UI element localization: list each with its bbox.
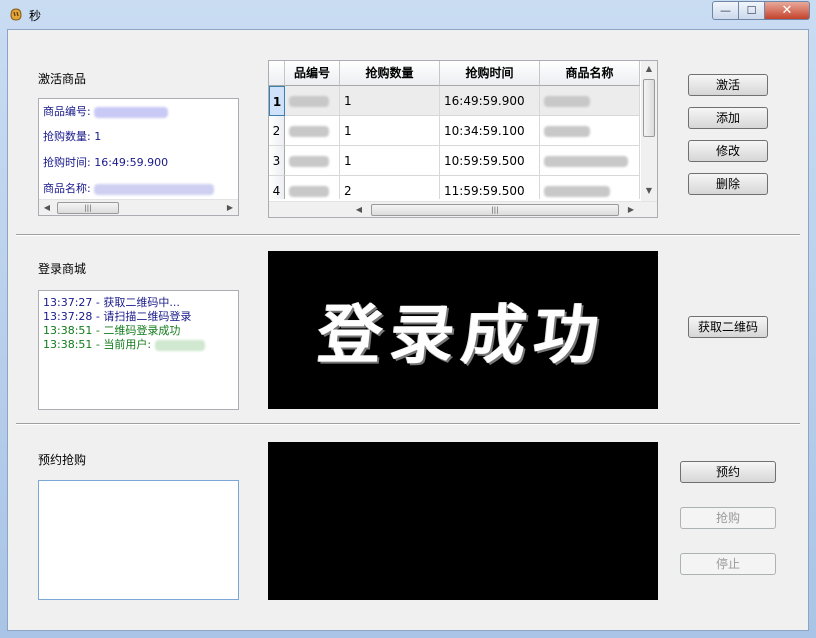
- cell-qty: 1: [340, 86, 440, 116]
- scroll-up-icon[interactable]: ▲: [641, 61, 657, 77]
- goods-info-panel: 商品编号: 抢购数量: 1 抢购时间: 16:49:59.900 商品名称: ◀…: [38, 98, 239, 216]
- reserve-input-box[interactable]: [38, 480, 239, 600]
- edit-button[interactable]: 修改: [688, 140, 768, 162]
- row-header[interactable]: 2: [269, 116, 285, 146]
- cell-time: 16:49:59.900: [440, 86, 540, 116]
- cell-qty: 1: [340, 116, 440, 146]
- cell-time: 10:59:59.500: [440, 146, 540, 176]
- window-title: 秒: [29, 9, 42, 23]
- delete-button[interactable]: 删除: [688, 173, 768, 195]
- add-button[interactable]: 添加: [688, 107, 768, 129]
- table-row[interactable]: 4 2 11:59:59.500: [269, 176, 640, 199]
- cell-id: [285, 146, 340, 176]
- cell-time: 10:34:59.100: [440, 116, 540, 146]
- reserve-preview-area: [268, 442, 658, 600]
- cell-qty: 2: [340, 176, 440, 199]
- redacted-name: [544, 126, 590, 137]
- log-time: 13:38:51: [43, 338, 93, 351]
- scroll-right-icon[interactable]: ▶: [623, 202, 639, 217]
- col-header-name[interactable]: 商品名称: [540, 61, 640, 86]
- table-hscrollbar[interactable]: ◀ ||| ▶: [269, 201, 657, 217]
- maximize-icon: ☐: [746, 4, 757, 17]
- close-icon: ✕: [781, 3, 793, 18]
- app-logo-icon: [10, 8, 22, 21]
- scroll-left-icon[interactable]: ◀: [351, 202, 367, 217]
- log-text: - 当前用户:: [92, 338, 152, 351]
- redacted-id: [289, 186, 329, 197]
- redacted-id: [94, 106, 169, 118]
- goods-table: 品编号 抢购数量 抢购时间 商品名称 1 1 16:49:59.900 2 1 …: [268, 60, 658, 218]
- redacted-id: [289, 156, 329, 167]
- row-header[interactable]: 4: [269, 176, 285, 199]
- table-row[interactable]: 3 1 10:59:59.500: [269, 146, 640, 176]
- redacted-name: [544, 186, 610, 197]
- col-header-time[interactable]: 抢购时间: [440, 61, 540, 86]
- minimize-button[interactable]: —: [712, 1, 739, 20]
- redacted-name: [544, 156, 628, 167]
- log-line: 13:38:51 - 当前用户:: [43, 336, 205, 352]
- minimize-icon: —: [720, 4, 731, 17]
- buy-button[interactable]: 抢购: [680, 507, 776, 529]
- redacted-user: [154, 339, 205, 351]
- info-qty-label: 抢购数量:: [43, 130, 91, 143]
- reserve-button[interactable]: 预约: [680, 461, 776, 483]
- cell-name: [540, 116, 640, 146]
- row-header[interactable]: 1: [269, 86, 285, 116]
- corner-header: [269, 61, 285, 86]
- col-header-id[interactable]: 品编号: [285, 61, 340, 86]
- login-log-panel: 13:37:27 - 获取二维码中... 13:37:28 - 请扫描二维码登录…: [38, 290, 239, 410]
- cell-id: [285, 86, 340, 116]
- redacted-name: [544, 96, 590, 107]
- maximize-button[interactable]: ☐: [739, 1, 765, 20]
- info-time-row: 抢购时间: 16:49:59.900: [43, 154, 168, 170]
- table-row[interactable]: 1 1 16:49:59.900: [269, 86, 640, 116]
- redacted-id: [289, 126, 329, 137]
- cell-name: [540, 176, 640, 199]
- login-section-label: 登录商城: [38, 262, 87, 276]
- info-id-label: 商品编号:: [43, 105, 91, 118]
- scroll-right-icon[interactable]: ▶: [222, 200, 238, 216]
- scroll-left-icon[interactable]: ◀: [39, 200, 55, 216]
- caption-buttons: — ☐ ✕: [712, 1, 810, 21]
- info-hscrollbar[interactable]: ◀ ||| ▶: [39, 199, 238, 215]
- separator: [16, 423, 800, 425]
- main-client-area: 激活商品 商品编号: 抢购数量: 1 抢购时间: 16:49:59.900 商品…: [7, 29, 809, 631]
- redacted-id: [289, 96, 329, 107]
- qr-code-area: 登录成功: [268, 251, 658, 409]
- row-header[interactable]: 3: [269, 146, 285, 176]
- info-id-row: 商品编号:: [43, 103, 169, 119]
- table-vscrollbar[interactable]: ▲ ▼: [641, 61, 657, 201]
- info-time-label: 抢购时间:: [43, 156, 91, 169]
- separator: [16, 234, 800, 236]
- scroll-down-icon[interactable]: ▼: [641, 183, 657, 199]
- cell-qty: 1: [340, 146, 440, 176]
- cell-id: [285, 176, 340, 199]
- cell-name: [540, 146, 640, 176]
- scroll-thumb[interactable]: |||: [57, 202, 119, 214]
- table-row[interactable]: 2 1 10:34:59.100: [269, 116, 640, 146]
- cell-id: [285, 116, 340, 146]
- info-name-row: 商品名称:: [43, 180, 215, 196]
- get-qr-code-button[interactable]: 获取二维码: [688, 316, 768, 338]
- col-header-qty[interactable]: 抢购数量: [340, 61, 440, 86]
- info-qty-row: 抢购数量: 1: [43, 128, 101, 144]
- scroll-thumb[interactable]: |||: [371, 204, 619, 216]
- goods-grid: 品编号 抢购数量 抢购时间 商品名称 1 1 16:49:59.900 2 1 …: [269, 61, 655, 199]
- scroll-thumb[interactable]: [643, 79, 655, 137]
- title-bar: 秒 — ☐ ✕: [0, 0, 816, 28]
- close-button[interactable]: ✕: [765, 1, 810, 20]
- info-qty-value: 1: [94, 130, 102, 143]
- cell-name: [540, 86, 640, 116]
- info-time-value: 16:49:59.900: [94, 156, 169, 169]
- activate-button[interactable]: 激活: [688, 74, 768, 96]
- info-name-label: 商品名称:: [43, 182, 91, 195]
- login-success-banner: 登录成功: [314, 298, 611, 373]
- stop-button[interactable]: 停止: [680, 553, 776, 575]
- activate-section-label: 激活商品: [38, 72, 87, 86]
- reserve-section-label: 预约抢购: [38, 453, 87, 467]
- cell-time: 11:59:59.500: [440, 176, 540, 199]
- redacted-name: [94, 183, 215, 195]
